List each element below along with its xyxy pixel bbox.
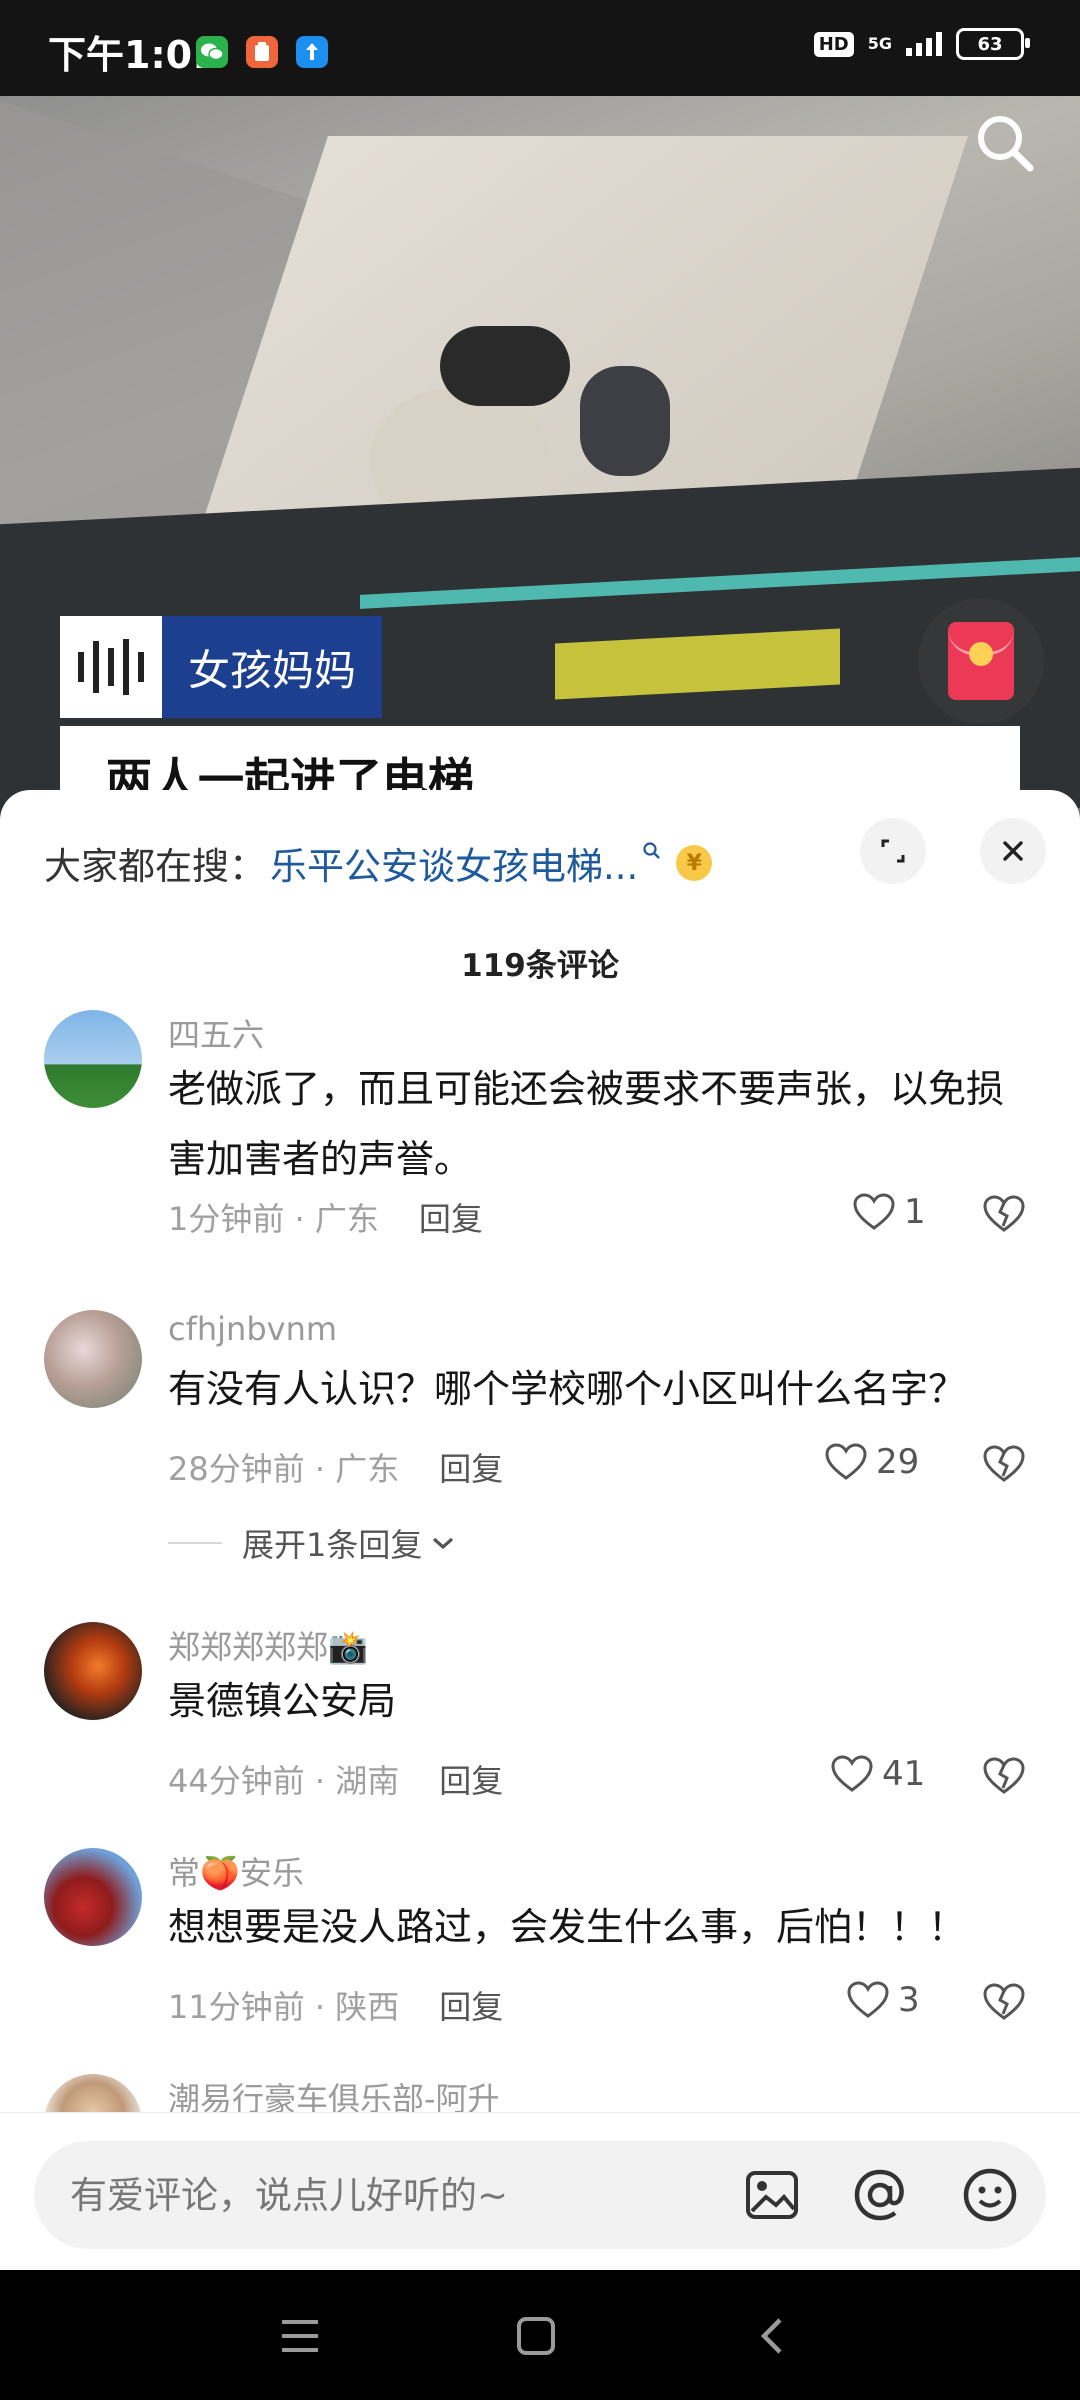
trending-query-link[interactable]: 乐平公安谈女孩电梯... (270, 836, 638, 890)
comment-username[interactable]: 郑郑郑郑郑📸 (168, 1622, 368, 1668)
dislike-button[interactable] (982, 1194, 1026, 1238)
broken-heart-icon (983, 1757, 1025, 1794)
heart-icon (831, 1755, 873, 1792)
comment-time: 28分钟前 (168, 1450, 305, 1488)
comment-text[interactable]: 景德镇公安局 (168, 1666, 1038, 1736)
network-label: 5G (867, 34, 892, 53)
back-icon[interactable] (742, 2306, 802, 2366)
meta-separator: · (304, 1762, 336, 1800)
red-envelope-icon (948, 622, 1014, 700)
comment-username[interactable]: 常🍑安乐 (168, 1848, 304, 1894)
speaker-tag: 女孩妈妈 (60, 616, 383, 718)
close-button[interactable] (980, 818, 1046, 884)
comment-meta: 11分钟前 · 陕西 回复 (168, 1982, 503, 2028)
comment-panel: 大家都在搜： 乐平公安谈女孩电梯... ¥ 119条评论 四五六 老做派了，而且… (0, 790, 1080, 2268)
comment-input-bar (0, 2112, 1080, 2271)
comment-time: 1分钟前 (168, 1200, 285, 1238)
like-count: 29 (876, 1442, 920, 1482)
signal-icon: 5G (868, 36, 892, 52)
like-button[interactable]: 3 (846, 1980, 920, 2020)
comment-text[interactable]: 想想要是没人路过，会发生什么事，后怕！！！ (168, 1892, 1038, 1962)
expand-replies-button[interactable]: 展开1条回复 (168, 1520, 458, 1566)
comment-meta: 1分钟前 · 广东 回复 (168, 1194, 483, 1240)
like-count: 3 (898, 1980, 920, 2020)
trending-label: 大家都在搜： (44, 845, 266, 888)
broken-heart-icon (983, 1983, 1025, 2020)
video-frame-figure (440, 326, 570, 406)
meta-separator: · (284, 1200, 315, 1238)
menu-icon[interactable] (270, 2306, 330, 2366)
comment-time: 44分钟前 (168, 1762, 305, 1800)
blue-upload-icon (296, 36, 328, 68)
mention-icon[interactable] (848, 2163, 912, 2227)
wechat-icon (196, 36, 228, 68)
signal-bars-icon (906, 32, 942, 56)
meta-separator: · (304, 1988, 336, 2026)
like-count: 41 (882, 1754, 926, 1794)
coin-icon: ¥ (676, 845, 713, 881)
comment-text[interactable]: 有没有人认识？哪个学校哪个小区叫什么名字？ (168, 1354, 1038, 1424)
search-small-icon (642, 841, 662, 867)
comment-count: 119条评论 (461, 948, 619, 984)
status-bar: 下午1:01 HD 5G 63 (0, 0, 1080, 96)
heart-icon (853, 1193, 895, 1230)
comment-location: 广东 (314, 1200, 379, 1238)
battery-icon: 63 (956, 28, 1030, 60)
image-icon[interactable] (740, 2163, 804, 2227)
search-icon[interactable] (970, 108, 1040, 178)
orange-app-icon (246, 36, 278, 68)
heart-icon (825, 1443, 867, 1480)
like-count: 1 (904, 1192, 926, 1232)
comment-username[interactable]: 四五六 (168, 1010, 264, 1056)
comment-meta: 44分钟前 · 湖南 回复 (168, 1756, 503, 1802)
dislike-button[interactable] (982, 1756, 1026, 1800)
reply-button[interactable]: 回复 (439, 1450, 503, 1488)
comment-input-container[interactable] (34, 2141, 1046, 2249)
system-nav-bar (0, 2270, 1080, 2400)
comment-location: 湖南 (335, 1762, 400, 1800)
hd-badge: HD (813, 31, 854, 57)
dislike-button[interactable] (982, 1444, 1026, 1488)
comment-text[interactable]: 老做派了，而且可能还会被要求不要声张，以免损害加害者的声誉。 (168, 1054, 1038, 1194)
avatar[interactable] (44, 1848, 142, 1946)
avatar[interactable] (44, 1010, 142, 1108)
comment-time: 11分钟前 (168, 1988, 305, 2026)
status-time: 下午1:01 (48, 33, 219, 77)
heart-icon (847, 1981, 889, 2018)
status-indicators: HD 5G 63 (813, 28, 1030, 60)
expand-fullscreen-button[interactable] (860, 818, 926, 884)
video-player[interactable] (0, 96, 1080, 836)
avatar[interactable] (44, 1622, 142, 1720)
close-icon (1003, 841, 1023, 861)
divider-line (168, 1542, 222, 1544)
like-button[interactable]: 1 (852, 1192, 926, 1232)
like-button[interactable]: 29 (824, 1442, 919, 1482)
reply-button[interactable]: 回复 (419, 1200, 483, 1238)
emoji-icon[interactable] (958, 2163, 1022, 2227)
speaker-name: 女孩妈妈 (162, 616, 383, 718)
chevron-down-icon (433, 1537, 454, 1550)
reply-button[interactable]: 回复 (439, 1762, 503, 1800)
home-icon[interactable] (506, 2306, 566, 2366)
video-frame-figure (580, 366, 670, 476)
broken-heart-icon (983, 1445, 1025, 1482)
broken-heart-icon (983, 1195, 1025, 1232)
reply-button[interactable]: 回复 (439, 1988, 503, 2026)
comment-location: 广东 (335, 1450, 400, 1488)
red-packet-button[interactable] (918, 598, 1044, 724)
meta-separator: · (304, 1450, 336, 1488)
like-button[interactable]: 41 (830, 1754, 925, 1794)
dislike-button[interactable] (982, 1982, 1026, 2026)
comment-username[interactable]: cfhjnbvnm (168, 1310, 337, 1348)
audio-wave-icon (60, 616, 162, 718)
comment-location: 陕西 (335, 1988, 400, 2026)
expand-icon (881, 839, 905, 863)
comment-input[interactable] (68, 2172, 712, 2218)
avatar[interactable] (44, 1310, 142, 1408)
battery-level: 63 (977, 33, 1003, 55)
expand-replies-label: 展开1条回复 (242, 1526, 423, 1564)
comment-meta: 28分钟前 · 广东 回复 (168, 1444, 503, 1490)
